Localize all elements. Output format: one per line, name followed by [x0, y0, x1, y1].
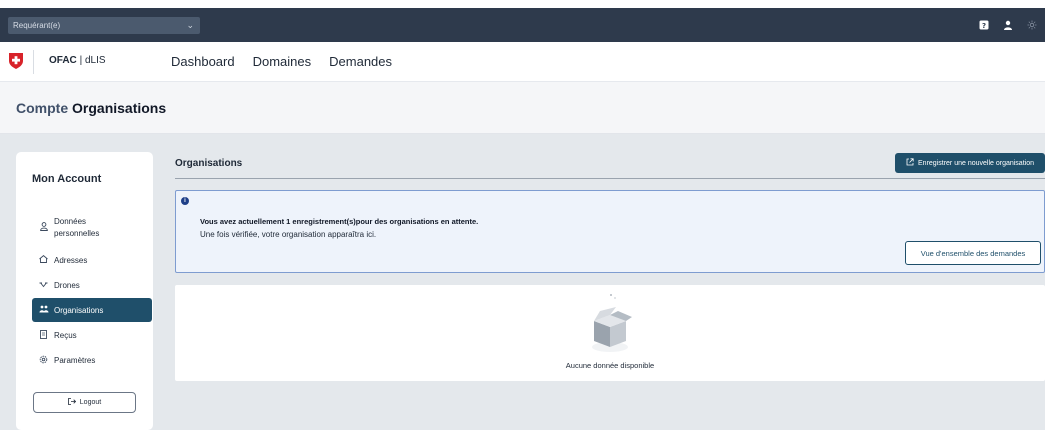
- sidebar-item-organisations[interactable]: Organisations: [32, 298, 152, 322]
- sidebar-title: Mon Account: [32, 173, 102, 185]
- alert-message-title: Vous avez actuellement 1 enregistrement(…: [200, 217, 479, 226]
- alert-message-body: Une fois vérifiée, votre organisation ap…: [200, 230, 377, 239]
- account-sidebar: Mon Account Données personnelles Adresse…: [16, 152, 153, 430]
- home-icon: [38, 255, 49, 265]
- requests-overview-button[interactable]: Vue d'ensemble des demandes: [905, 241, 1041, 265]
- sidebar-item-label: Adresses: [54, 255, 88, 265]
- content-title: Organisations: [175, 158, 243, 169]
- sidebar-item-label: Données personnelles: [54, 217, 100, 238]
- main-nav: Dashboard Domaines Demandes: [171, 54, 392, 69]
- sidebar-item-label: Organisations: [54, 305, 104, 315]
- top-icons: ?: [979, 17, 1037, 30]
- page-title: Compte Organisations: [16, 100, 166, 116]
- sidebar-item-parametres[interactable]: Paramètres: [32, 348, 152, 372]
- sidebar-item-label: Reçus: [54, 330, 77, 340]
- sun-icon[interactable]: [1027, 17, 1037, 30]
- help-icon[interactable]: ?: [979, 17, 989, 30]
- empty-state: Aucune donnée disponible: [175, 285, 1045, 381]
- register-organisation-label: Enregistrer une nouvelle organisation: [918, 159, 1034, 167]
- sidebar-item-label: Drones: [54, 280, 80, 290]
- sidebar-item-donnees-personnelles[interactable]: Données personnelles: [32, 209, 152, 247]
- receipt-icon: [38, 329, 49, 341]
- role-select[interactable]: Requérant(e) ⌄: [8, 17, 200, 34]
- breadcrumb-current: Organisations: [72, 100, 167, 116]
- brand-org: OFAC: [49, 55, 77, 66]
- logout-button[interactable]: Logout: [33, 392, 136, 413]
- sidebar-item-drones[interactable]: Drones: [32, 273, 152, 297]
- sidebar-item-recus[interactable]: Reçus: [32, 323, 152, 347]
- group-icon: [38, 305, 49, 315]
- nav-demandes[interactable]: Demandes: [329, 54, 392, 69]
- logout-icon: [67, 398, 76, 407]
- top-bar: Requérant(e) ⌄ ?: [0, 8, 1045, 42]
- swiss-shield-icon: [9, 53, 23, 69]
- chevron-down-icon: ⌄: [186, 20, 194, 30]
- gear-icon: [38, 355, 49, 366]
- brand-logo-text[interactable]: OFAC | dLIS: [49, 55, 106, 66]
- register-organisation-button[interactable]: Enregistrer une nouvelle organisation: [895, 153, 1045, 173]
- brand-app: dLIS: [84, 55, 106, 66]
- brand-separator: |: [79, 55, 83, 66]
- sidebar-menu: Données personnelles Adresses Drones Org…: [32, 209, 152, 373]
- sidebar-item-adresses[interactable]: Adresses: [32, 248, 152, 272]
- nav-domaines[interactable]: Domaines: [253, 54, 312, 69]
- content-header: Organisations Enregistrer une nouvelle o…: [175, 152, 1045, 179]
- pending-info-alert: i Vous avez actuellement 1 enregistremen…: [175, 190, 1045, 273]
- empty-state-text: Aucune donnée disponible: [565, 361, 655, 370]
- role-select-value: Requérant(e): [13, 21, 61, 30]
- nav-dashboard[interactable]: Dashboard: [171, 54, 235, 69]
- breadcrumb-compte[interactable]: Compte: [16, 100, 68, 116]
- drone-icon: [38, 281, 49, 290]
- person-icon: [38, 221, 49, 235]
- user-icon[interactable]: [1003, 17, 1013, 30]
- empty-box-icon: [585, 293, 635, 355]
- page-title-strip: Compte Organisations: [0, 82, 1045, 134]
- external-link-icon: [906, 158, 914, 168]
- brand-divider: [33, 50, 34, 74]
- info-icon: i: [181, 197, 189, 205]
- brand-header: OFAC | dLIS Dashboard Domaines Demandes: [0, 42, 1045, 82]
- logout-label: Logout: [79, 399, 102, 406]
- sidebar-item-label: Paramètres: [54, 355, 96, 365]
- svg-text:?: ?: [982, 22, 986, 30]
